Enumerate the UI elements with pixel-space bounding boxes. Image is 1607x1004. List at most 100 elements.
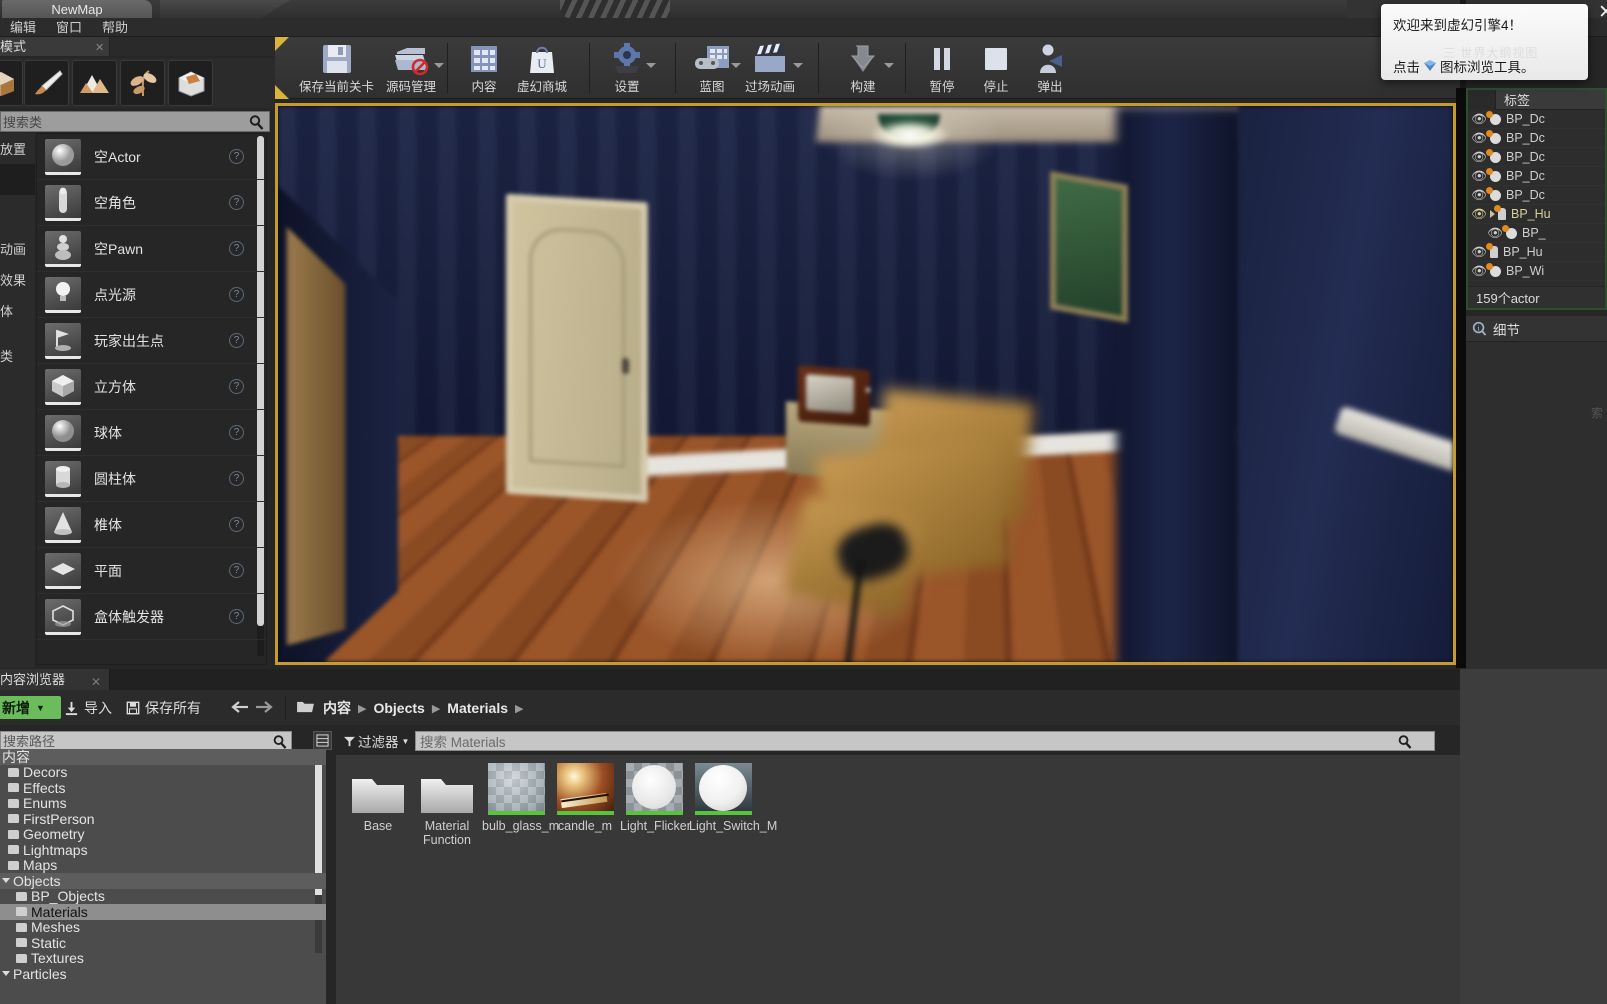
asset-item[interactable]: Material Function	[413, 763, 481, 847]
import-button[interactable]: 导入	[64, 698, 112, 718]
table-row[interactable]: 👁 BP_Hu	[1468, 205, 1605, 224]
chevron-down-icon[interactable]	[646, 63, 656, 68]
tree-item-content[interactable]: 内容	[0, 749, 326, 765]
help-icon[interactable]: ?	[229, 517, 244, 532]
help-icon[interactable]: ?	[229, 149, 244, 164]
list-item[interactable]: 空角色 ?	[37, 180, 266, 226]
mode-button-geometry[interactable]	[168, 60, 213, 106]
breadcrumb-item-materials[interactable]: Materials	[447, 700, 508, 716]
chevron-down-icon[interactable]	[793, 63, 804, 68]
level-tab[interactable]: NewMap	[2, 0, 152, 18]
chevron-down-icon[interactable]	[434, 63, 445, 68]
mode-button-place[interactable]	[0, 60, 23, 106]
help-icon[interactable]: ?	[229, 379, 244, 394]
breadcrumb-item-content[interactable]: 内容	[323, 698, 351, 718]
tree-item-maps[interactable]: Maps	[0, 857, 326, 873]
list-item[interactable]: 立方体 ?	[37, 364, 266, 410]
help-icon[interactable]: ?	[229, 333, 244, 348]
list-item[interactable]: 空Pawn ?	[37, 226, 266, 272]
help-icon[interactable]: ?	[229, 241, 244, 256]
mode-button-paint[interactable]	[24, 60, 69, 106]
help-icon[interactable]: ?	[229, 287, 244, 302]
help-icon[interactable]: ?	[229, 425, 244, 440]
stop-button[interactable]: 停止	[969, 39, 1023, 95]
list-item[interactable]: 平面 ?	[37, 548, 266, 594]
source-path-search-input[interactable]: 搜索路径	[0, 731, 292, 750]
table-row[interactable]: 👁 BP_Dc	[1468, 148, 1605, 167]
eject-button[interactable]: 弹出	[1023, 39, 1077, 95]
forward-button[interactable]	[253, 699, 275, 718]
filter-button[interactable]: 过滤器 ▼	[344, 731, 409, 751]
help-icon[interactable]: ?	[229, 195, 244, 210]
asset-item[interactable]: candle_m	[551, 763, 619, 834]
menu-item-help[interactable]: 帮助	[92, 18, 138, 37]
table-row[interactable]: 👁 BP_Hu	[1468, 243, 1605, 262]
pause-button[interactable]: 暂停	[915, 39, 969, 95]
source-control-button[interactable]: 源码管理	[380, 39, 445, 95]
help-icon[interactable]: ?	[229, 609, 244, 624]
save-all-button[interactable]: 保存所有	[126, 698, 201, 718]
tree-item-static[interactable]: Static	[0, 935, 326, 951]
list-item[interactable]: 盒体触发器 ?	[37, 594, 266, 640]
tree-item-objects[interactable]: Objects	[0, 873, 326, 889]
asset-item[interactable]: bulb_glass_m	[482, 763, 559, 834]
content-button[interactable]: 内容	[457, 39, 511, 95]
help-icon[interactable]: ?	[229, 563, 244, 578]
chevron-down-icon[interactable]	[2, 878, 10, 884]
tree-item-geometry[interactable]: Geometry	[0, 826, 326, 842]
table-row[interactable]: 👁 BP_Dc	[1468, 110, 1605, 129]
tree-item-lightmaps[interactable]: Lightmaps	[0, 842, 326, 858]
tree-item-decors[interactable]: Decors	[0, 764, 326, 780]
category-animation[interactable]: 动画	[0, 233, 35, 264]
content-browser-tab[interactable]: 内容浏览器 ✕	[0, 669, 110, 690]
table-row[interactable]: 👁 BP_Dc	[1468, 167, 1605, 186]
tree-item-particles[interactable]: Particles	[0, 966, 326, 982]
category-blank[interactable]	[0, 195, 35, 226]
list-item[interactable]: 球体 ?	[37, 410, 266, 456]
category-effects[interactable]: 效果	[0, 264, 35, 295]
marketplace-button[interactable]: U 虚幻商城	[511, 39, 573, 95]
list-item[interactable]: 空Actor ?	[37, 134, 266, 180]
menu-item-window[interactable]: 窗口	[46, 18, 92, 37]
asset-item[interactable]: Base	[344, 763, 412, 834]
cinematics-button[interactable]: 过场动画	[739, 39, 804, 95]
list-item[interactable]: 圆柱体 ?	[37, 456, 266, 502]
asset-search-input[interactable]: 搜索 Materials	[415, 731, 1435, 751]
back-button[interactable]	[229, 699, 251, 718]
breadcrumb-item-objects[interactable]: Objects	[373, 700, 424, 716]
table-row[interactable]: 👁 BP_Dc	[1468, 129, 1605, 148]
build-button[interactable]: 构建	[828, 39, 898, 95]
tree-item-firstperson[interactable]: FirstPerson	[0, 811, 326, 827]
list-item[interactable]: 玩家出生点 ?	[37, 318, 266, 364]
category-volumes[interactable]: 体	[0, 295, 35, 326]
category-all[interactable]: 类	[0, 340, 35, 371]
table-row[interactable]: 👁 BP_	[1468, 224, 1605, 243]
tree-item-effects[interactable]: Effects	[0, 780, 326, 796]
asset-item[interactable]: Light_Switch_M	[689, 763, 777, 834]
asset-item[interactable]: Light_Flicker	[620, 763, 691, 834]
close-icon[interactable]: ✕	[1598, 1, 1607, 24]
table-row[interactable]: 👁 BP_Dc	[1468, 186, 1605, 205]
tree-item-materials[interactable]: Materials	[0, 904, 326, 920]
modes-tab-label[interactable]: 模式	[0, 37, 26, 56]
place-actors-search[interactable]: 搜索类	[0, 111, 270, 132]
chevron-right-icon[interactable]	[1490, 210, 1495, 218]
tree-item-textures[interactable]: Textures	[0, 950, 326, 966]
table-row[interactable]: 👁 BP_Wi	[1468, 262, 1605, 281]
modes-tab-close-icon[interactable]: ✕	[95, 41, 104, 54]
tree-item-enums[interactable]: Enums	[0, 795, 326, 811]
help-icon[interactable]: ?	[229, 471, 244, 486]
chevron-down-icon[interactable]	[2, 971, 10, 977]
blueprint-button[interactable]: 蓝图	[685, 39, 741, 95]
tree-item-meshes[interactable]: Meshes	[0, 919, 326, 935]
mode-button-landscape[interactable]	[72, 60, 117, 106]
settings-button[interactable]: 设置	[600, 39, 656, 95]
source-view-options-button[interactable]	[313, 731, 332, 750]
eye-icon[interactable]: 👁	[1468, 207, 1490, 222]
list-item[interactable]: 点光源 ?	[37, 272, 266, 318]
list-item[interactable]: 椎体 ?	[37, 502, 266, 548]
chevron-down-icon[interactable]	[884, 63, 894, 68]
mode-button-foliage[interactable]	[120, 60, 165, 106]
save-current-level-button[interactable]: 保存当前关卡	[293, 39, 380, 95]
tree-item-bp-objects[interactable]: BP_Objects	[0, 888, 326, 904]
